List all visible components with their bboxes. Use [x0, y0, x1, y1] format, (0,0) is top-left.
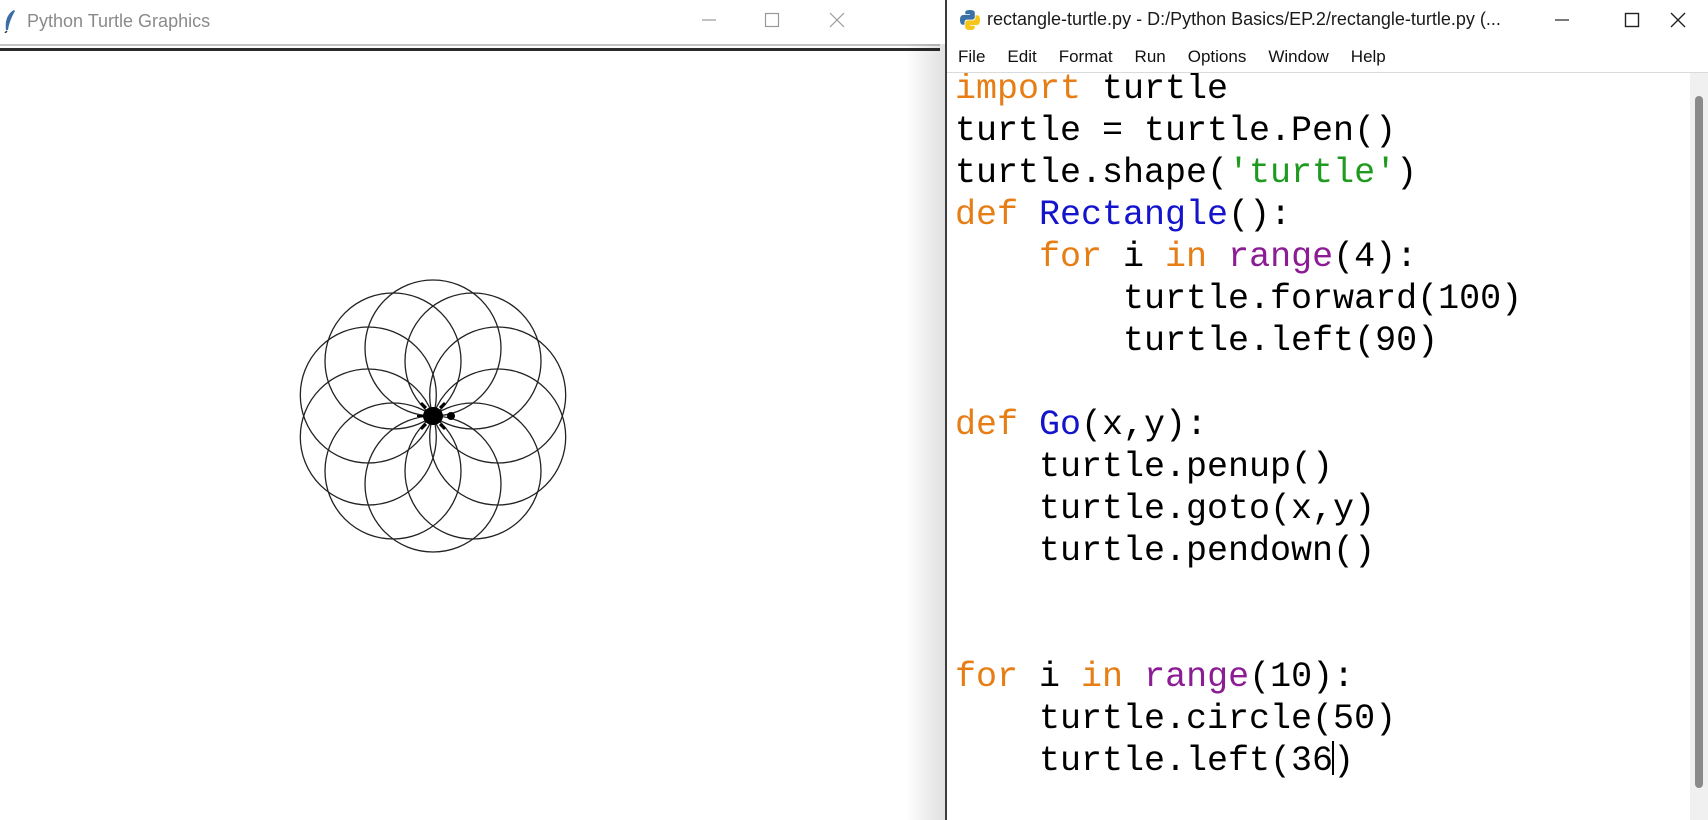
- canvas-border: [0, 48, 940, 51]
- turtle-window-title: Python Turtle Graphics: [27, 11, 211, 31]
- code-token: turtle.circle(50): [955, 699, 1397, 739]
- window-shadow: [905, 44, 945, 820]
- turtle-titlebar[interactable]: Python Turtle Graphics: [0, 0, 945, 44]
- code-token: in: [1081, 657, 1124, 697]
- turtle-circle: [299, 326, 437, 464]
- code-token: turtle.shape(: [955, 153, 1229, 193]
- editor-minimize-button[interactable]: [1537, 0, 1587, 40]
- code-token: 'turtle': [1228, 153, 1397, 193]
- code-token: ():: [1228, 195, 1292, 235]
- code-line: turtle.pendown(): [955, 530, 1375, 572]
- code-token: range: [1228, 237, 1334, 277]
- code-token: (10):: [1249, 657, 1355, 697]
- code-token: def: [955, 195, 1019, 235]
- code-line: turtle.left(36): [955, 740, 1354, 782]
- code-token: import: [955, 73, 1082, 109]
- maximize-icon: [764, 12, 780, 28]
- turtle-circle: [364, 279, 502, 417]
- code-line: turtle.circle(50): [955, 698, 1396, 740]
- scrollbar-thumb[interactable]: [1695, 96, 1703, 788]
- code-line: def Rectangle():: [955, 194, 1291, 236]
- turtle-circle: [429, 326, 567, 464]
- editor-titlebar[interactable]: rectangle-turtle.py - D:/Python Basics/E…: [947, 0, 1708, 40]
- code-line: turtle.shape('turtle'): [955, 152, 1417, 194]
- code-token: turtle.pendown(): [955, 531, 1376, 571]
- editor-window-title: rectangle-turtle.py - D:/Python Basics/E…: [987, 9, 1501, 29]
- code-token: turtle.goto(x,y): [955, 489, 1376, 529]
- menu-window[interactable]: Window: [1257, 42, 1339, 72]
- code-line: for i in range(4):: [955, 236, 1417, 278]
- minimize-button[interactable]: [684, 0, 734, 40]
- turtle-circle: [364, 415, 502, 553]
- code-token: i: [1018, 657, 1082, 697]
- code-token: Go: [1039, 405, 1082, 445]
- code-token: ): [1396, 153, 1418, 193]
- code-token: (x,y):: [1081, 405, 1208, 445]
- menu-run[interactable]: Run: [1124, 42, 1177, 72]
- turtle-drawing: [299, 279, 567, 553]
- code-line: import turtle: [955, 73, 1228, 110]
- menu-bar: File Edit Format Run Options Window Help: [947, 42, 1708, 72]
- maximize-icon: [1624, 12, 1640, 28]
- minimize-icon: [702, 19, 716, 21]
- code-token: turtle.left(36: [955, 741, 1334, 781]
- code-line: def Go(x,y):: [955, 404, 1207, 446]
- code-token: i: [1102, 237, 1166, 277]
- code-line: turtle.goto(x,y): [955, 488, 1375, 530]
- code-token: def: [955, 405, 1019, 445]
- editor-close-button[interactable]: [1653, 0, 1703, 40]
- close-icon: [829, 12, 845, 28]
- code-editor[interactable]: import turtle turtle = turtle.Pen() turtle…: [947, 73, 1690, 820]
- code-token: turtle.left(90): [955, 321, 1439, 361]
- code-token: (4):: [1333, 237, 1418, 277]
- code-line: turtle.left(90): [955, 320, 1438, 362]
- turtle-circle: [299, 368, 437, 506]
- idle-editor-window: rectangle-turtle.py - D:/Python Basics/E…: [945, 0, 1708, 820]
- menu-help[interactable]: Help: [1340, 42, 1397, 72]
- code-token: in: [1165, 237, 1208, 277]
- code-token: for: [1039, 237, 1103, 277]
- minimize-icon: [1555, 19, 1569, 21]
- code-token: turtle.forward(100): [955, 279, 1523, 319]
- titlebar-divider: [0, 44, 940, 46]
- maximize-button[interactable]: [747, 0, 797, 40]
- python-logo-icon: [960, 10, 980, 30]
- code-line: for i in range(10):: [955, 656, 1354, 698]
- code-token: Rectangle: [1039, 195, 1229, 235]
- menu-format[interactable]: Format: [1048, 42, 1124, 72]
- code-line: turtle.penup(): [955, 446, 1333, 488]
- close-icon: [1670, 12, 1686, 28]
- menu-file[interactable]: File: [947, 42, 996, 72]
- code-token: turtle = turtle.Pen(): [955, 111, 1397, 151]
- turtle-graphics-window: Python Turtle Graphics: [0, 0, 945, 820]
- code-token: range: [1144, 657, 1250, 697]
- code-token: ): [1333, 741, 1355, 781]
- feather-icon: [4, 10, 15, 33]
- code-token: turtle.penup(): [955, 447, 1334, 487]
- code-token: for: [955, 657, 1019, 697]
- turtle-circle: [429, 368, 567, 506]
- code-token: turtle: [1081, 73, 1229, 109]
- code-line: turtle = turtle.Pen(): [955, 110, 1396, 152]
- editor-maximize-button[interactable]: [1607, 0, 1657, 40]
- menu-edit[interactable]: Edit: [996, 42, 1047, 72]
- close-button[interactable]: [812, 0, 862, 40]
- code-line: turtle.forward(100): [955, 278, 1522, 320]
- turtle-canvas[interactable]: [0, 52, 940, 820]
- menu-options[interactable]: Options: [1177, 42, 1258, 72]
